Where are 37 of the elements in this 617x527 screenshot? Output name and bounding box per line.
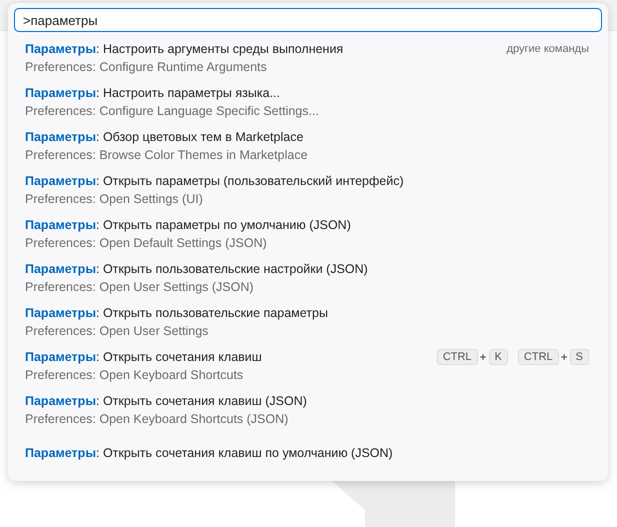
group-label: другие команды: [506, 43, 589, 55]
command-item[interactable]: Параметры: Открыть сочетания клавиш CTRL + K CTRL + S Preferences: Open Keyboard Shortcuts: [8, 343, 608, 387]
command-label: Параметры: Открыть сочетания клавиш (JSON): [25, 394, 307, 408]
command-label: Параметры: Открыть параметры по умолчанию (JSON): [25, 218, 351, 232]
command-detail: Preferences: Browse Color Themes in Marketplace: [25, 148, 309, 162]
keyboard-key: CTRL: [436, 349, 478, 365]
command-detail: Preferences: Open User Settings (JSON): [25, 280, 255, 294]
keyboard-key: S: [570, 349, 589, 365]
command-item[interactable]: Параметры: Открыть пользовательские настройки (JSON) Preferences: Open User Settings (JSON): [8, 255, 608, 299]
command-item[interactable]: Параметры: Обзор цветовых тем в Marketplace Preferences: Browse Color Themes in Marketplace: [8, 123, 608, 167]
command-input-field[interactable]: >параметры: [14, 8, 602, 32]
command-item[interactable]: Параметры: Открыть сочетания клавиш (JSON) Preferences: Open Keyboard Shortcuts (JSON): [8, 387, 608, 431]
command-label: Параметры: Настроить параметры языка...: [25, 86, 280, 100]
command-item[interactable]: Параметры: Открыть пользовательские параметры Preferences: Open User Settings: [8, 299, 608, 343]
keyboard-key: K: [488, 349, 508, 365]
command-label: Параметры: Открыть сочетания клавиш по умолчанию (JSON): [25, 446, 393, 460]
command-detail: Preferences: Open Settings (UI): [25, 192, 204, 206]
command-item[interactable]: Параметры: Открыть параметры (пользовательский интерфейс) Preferences: Open Settings (UI): [8, 167, 608, 211]
keyboard-key: CTRL: [518, 349, 559, 365]
command-label: Параметры: Открыть сочетания клавиш: [25, 350, 262, 364]
key-separator: +: [560, 350, 568, 364]
command-item[interactable]: Параметры: Открыть параметры по умолчанию (JSON) Preferences: Open Default Settings (JSON): [8, 211, 608, 255]
command-item[interactable]: Параметры: Настроить аргументы среды выполнения другие команды Preferences: Configure Runtime Arguments: [8, 35, 608, 79]
command-label: Параметры: Открыть параметры (пользовательский интерфейс): [25, 174, 404, 188]
command-detail: Preferences: Open Default Settings (JSON): [25, 236, 268, 250]
command-label: Параметры: Настроить аргументы среды выполнения: [25, 42, 344, 56]
command-detail: Preferences: Configure Runtime Arguments: [25, 60, 268, 74]
command-detail: Preferences: Configure Language Specific Settings...: [25, 104, 320, 118]
command-item[interactable]: Параметры: Открыть сочетания клавиш по умолчанию (JSON): [8, 431, 608, 475]
command-detail: Preferences: Open Keyboard Shortcuts (JSON): [25, 412, 290, 426]
command-detail: Preferences: Open User Settings: [25, 324, 210, 338]
command-label: Параметры: Открыть пользовательские настройки (JSON): [25, 262, 368, 276]
command-label: Параметры: Открыть пользовательские параметры: [25, 306, 328, 320]
command-label: Параметры: Обзор цветовых тем в Marketplace: [25, 130, 304, 144]
key-separator: +: [480, 350, 487, 364]
command-detail: Preferences: Open Keyboard Shortcuts: [25, 368, 244, 382]
command-item[interactable]: Параметры: Настроить параметры языка... Preferences: Configure Language Specific Settings...: [8, 79, 608, 123]
